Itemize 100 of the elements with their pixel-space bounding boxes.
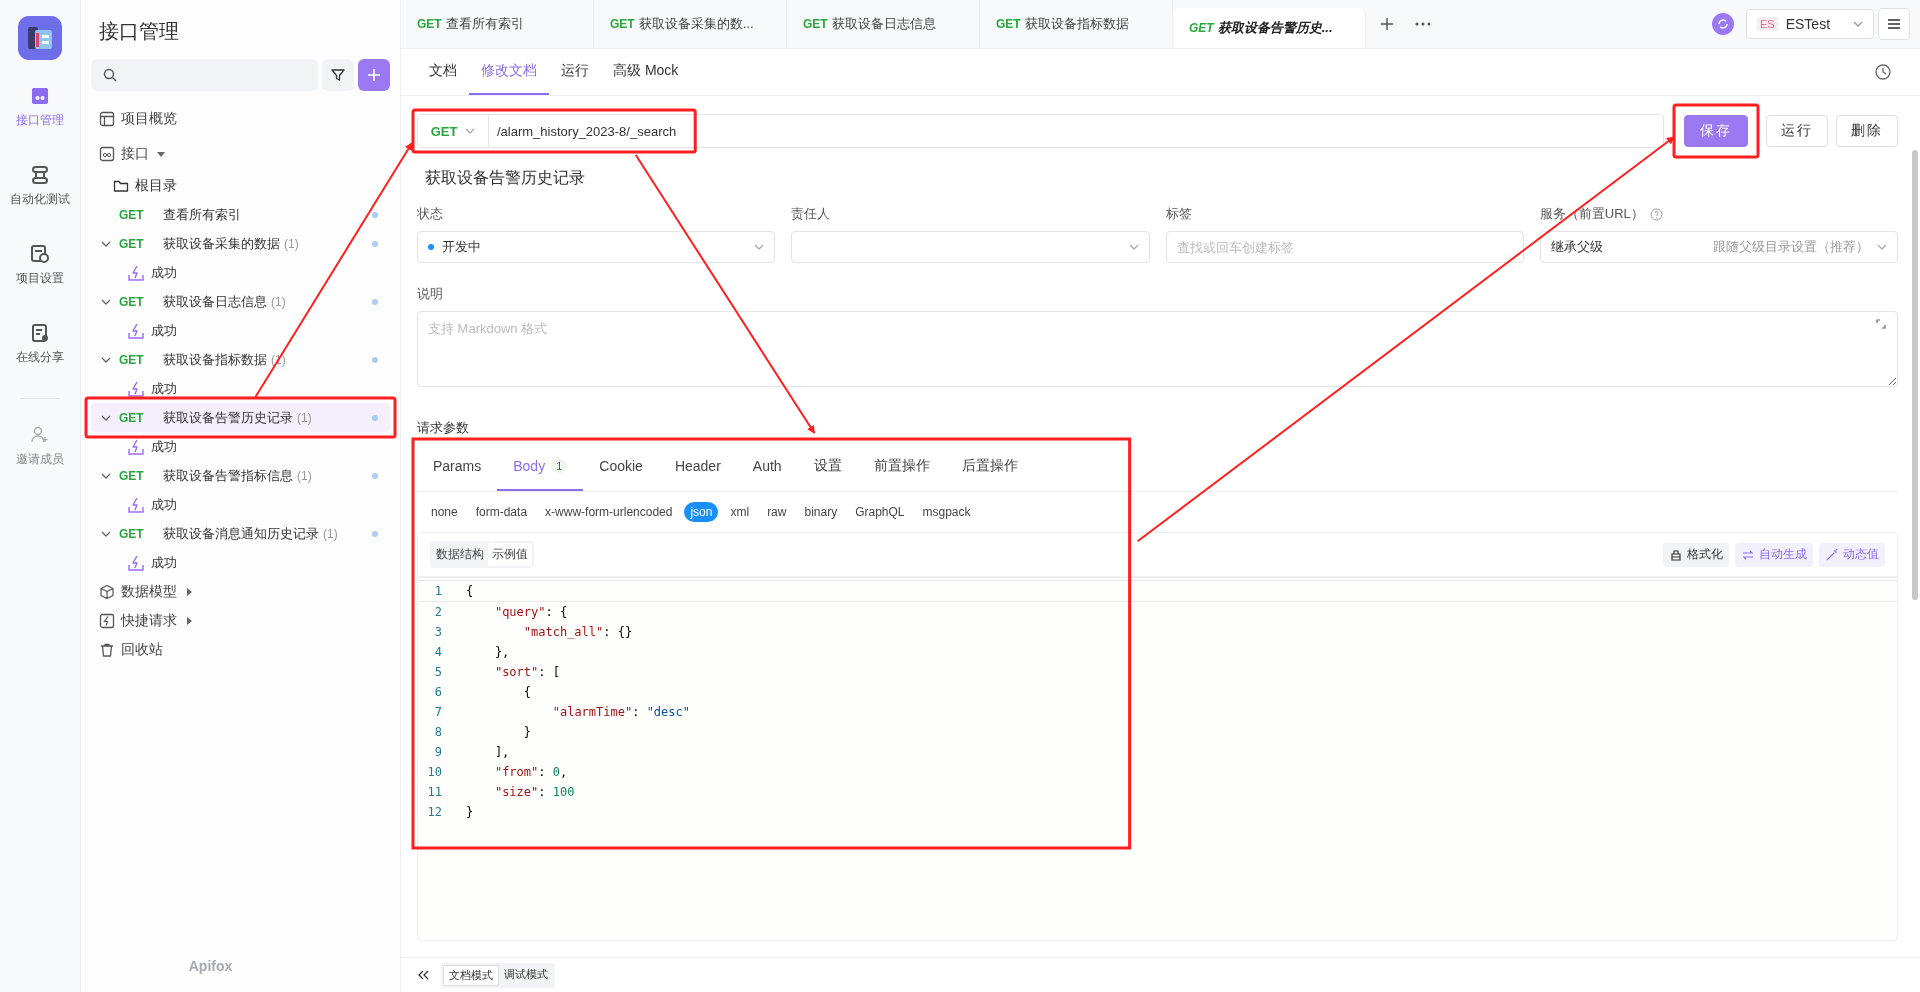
code-line: {	[522, 685, 532, 699]
tab[interactable]: Body 1	[497, 443, 584, 491]
cube-icon	[99, 583, 115, 600]
action-button[interactable]: 运行	[1766, 115, 1828, 147]
more-icon	[1415, 22, 1431, 26]
tree-item[interactable]: 成功	[91, 316, 390, 345]
scrollbar[interactable]	[1912, 150, 1918, 600]
tags-field[interactable]: 查找或回车创建标签	[1165, 231, 1524, 263]
rail-nav-item[interactable]: 邀请成员	[5, 417, 75, 476]
code-line: },	[493, 645, 510, 659]
example-icon	[127, 495, 145, 514]
tab[interactable]: 后置操作	[945, 443, 1034, 491]
mode-option[interactable]: 文档模式	[443, 964, 499, 986]
tree-item[interactable]: GET 获取设备消息通知历史记录 (1)	[91, 519, 390, 548]
select-field[interactable]	[791, 231, 1150, 263]
tree-item[interactable]: 成功	[91, 374, 390, 403]
tab[interactable]: Params	[417, 443, 498, 491]
history-icon	[1874, 63, 1892, 81]
tree-item[interactable]: 回收站	[91, 635, 390, 664]
tab[interactable]: 设置	[797, 443, 858, 491]
example-icon	[127, 263, 145, 282]
field-label: 责任人	[791, 205, 831, 223]
status-select[interactable]: 开发中	[417, 231, 776, 263]
tab[interactable]: 修改文档	[469, 49, 549, 95]
document-tab[interactable]: GET 获取设备日志信息	[787, 0, 980, 48]
document-tab[interactable]: GET 获取设备告警历史...	[1173, 8, 1366, 48]
view-option[interactable]: 示例值	[488, 543, 532, 566]
body-type-option[interactable]: none	[425, 502, 464, 522]
tool-button[interactable]: 动态值	[1819, 542, 1885, 567]
code-line: "alarmTime": "desc"	[551, 705, 690, 719]
field-label: 标签	[1165, 205, 1192, 223]
body-type-option[interactable]: x-www-form-urlencoded	[539, 502, 679, 522]
search-icon	[103, 68, 117, 82]
broom-icon	[1669, 547, 1683, 562]
tree-item[interactable]: 根目录	[91, 171, 390, 200]
body-type-option[interactable]: binary	[798, 502, 844, 522]
action-button[interactable]: 删除	[1836, 115, 1898, 147]
service-select[interactable]: 继承父级 跟随父级目录设置（推荐）	[1539, 231, 1898, 263]
body-type-option[interactable]: xml	[724, 502, 756, 522]
body-type-option[interactable]: GraphQL	[849, 502, 911, 522]
tab[interactable]: 高级 Mock	[601, 49, 691, 95]
share-icon	[30, 323, 50, 343]
environment-select[interactable]: ES ESTest	[1746, 9, 1874, 39]
status-dot-icon	[372, 211, 378, 218]
mode-option[interactable]: 调试模式	[499, 964, 553, 986]
code-line: }	[522, 725, 532, 739]
tree-item[interactable]: 快捷请求	[91, 606, 390, 635]
tab[interactable]: 前置操作	[857, 443, 946, 491]
rail-nav-item[interactable]: 自动化测试	[5, 157, 75, 216]
api-icon	[99, 145, 115, 162]
document-tab[interactable]: GET 获取设备采集的数...	[594, 0, 787, 48]
view-option[interactable]: 数据结构	[432, 543, 488, 566]
status-dot-icon	[372, 472, 378, 479]
tree-item[interactable]: 成功	[91, 258, 390, 287]
status-dot-icon	[372, 240, 378, 247]
plus-icon	[1380, 17, 1394, 31]
tab[interactable]: Header	[658, 443, 737, 491]
section-title: 请求参数	[417, 419, 470, 437]
description-field[interactable]: 支持 Markdown 格式	[417, 311, 1898, 387]
rail-nav-item[interactable]: 项目设置	[5, 236, 75, 295]
tool-button[interactable]: 格式化	[1663, 542, 1729, 567]
status-dot-icon	[372, 356, 378, 363]
api-name: 获取设备告警历史记录	[424, 168, 586, 188]
tree-item[interactable]: 数据模型	[91, 577, 390, 606]
tool-button[interactable]: 自动生成	[1735, 542, 1813, 567]
tree-item[interactable]: 成功	[91, 548, 390, 577]
tree-item[interactable]: GET 获取设备告警指标信息 (1)	[91, 461, 390, 490]
body-type-option[interactable]: raw	[761, 502, 793, 522]
tree-item[interactable]: 成功	[91, 490, 390, 519]
example-icon	[127, 321, 145, 340]
tab[interactable]: 文档	[417, 49, 469, 95]
add-user-icon	[30, 425, 50, 445]
tree-item[interactable]: 成功	[91, 432, 390, 461]
chevron-down-icon	[1877, 242, 1887, 252]
brand-text: Apifox	[187, 958, 234, 976]
rail-nav-item[interactable]: 接口管理	[5, 78, 75, 137]
code-line: "from": 0,	[493, 765, 568, 779]
layout-icon	[99, 110, 115, 127]
tab[interactable]: Auth	[736, 443, 798, 491]
example-icon	[127, 553, 145, 572]
tree-item[interactable]: GET 获取设备日志信息 (1)	[91, 287, 390, 316]
tree-item[interactable]: 项目概览	[91, 101, 390, 136]
line-number: 5	[433, 665, 442, 679]
rail-nav-item[interactable]: 在线分享	[5, 315, 75, 374]
body-type-option[interactable]: msgpack	[916, 502, 977, 522]
code-line: ],	[493, 745, 510, 759]
chevron-down-icon	[1853, 19, 1863, 29]
tree-item[interactable]: GET 获取设备采集的数据 (1)	[91, 229, 390, 258]
tree-item[interactable]: GET 查看所有索引	[91, 200, 390, 229]
document-tab[interactable]: GET 查看所有索引	[401, 0, 594, 48]
body-type-option[interactable]: form-data	[469, 502, 534, 522]
menu-button[interactable]	[1878, 8, 1910, 40]
sync-button[interactable]	[1712, 13, 1734, 35]
help-icon	[1649, 207, 1663, 221]
filter-button[interactable]	[322, 59, 354, 91]
tab[interactable]: Cookie	[583, 443, 659, 491]
tab[interactable]: 运行	[549, 49, 601, 95]
tree-item[interactable]: GET 获取设备告警历史记录 (1)	[91, 403, 390, 432]
search-field[interactable]	[91, 59, 318, 91]
tree-item[interactable]: 接口	[91, 136, 390, 171]
